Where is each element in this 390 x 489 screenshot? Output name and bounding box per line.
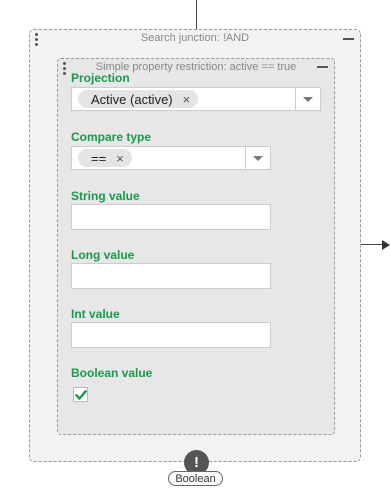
projection-chip-remove-icon[interactable]: × <box>183 92 191 107</box>
projection-chip-label: Active (active) <box>91 91 173 107</box>
compare-type-label: Compare type <box>71 130 152 144</box>
property-restriction-node[interactable]: Simple property restriction: active == t… <box>57 58 335 435</box>
compare-type-chip-remove-icon[interactable]: × <box>116 151 124 166</box>
int-value-input[interactable] <box>71 322 271 348</box>
output-connector-arrow <box>382 240 390 250</box>
long-value-input[interactable] <box>71 263 271 289</box>
compare-type-chevron-down-icon[interactable] <box>253 156 263 161</box>
restriction-minimize-icon[interactable] <box>317 66 328 68</box>
result-type-badge: Boolean <box>168 471 223 486</box>
checkmark-icon <box>74 389 87 400</box>
compare-type-chip: == × <box>78 149 132 167</box>
projection-label: Projection <box>71 71 130 85</box>
projection-chevron-down-icon[interactable] <box>303 97 313 102</box>
boolean-value-checkbox[interactable] <box>73 387 88 402</box>
string-value-label: String value <box>71 189 140 203</box>
projection-select-divider <box>295 88 296 110</box>
int-value-label: Int value <box>71 307 120 321</box>
projection-select[interactable]: Active (active) × <box>71 87 321 111</box>
compare-type-select-divider <box>245 147 246 169</box>
compare-type-chip-label: == <box>91 150 107 166</box>
long-value-label: Long value <box>71 248 135 262</box>
junction-minimize-icon[interactable] <box>343 38 354 40</box>
compare-type-select[interactable]: == × <box>71 146 271 170</box>
string-value-input[interactable] <box>71 204 271 230</box>
junction-title: Search junction: !AND <box>140 32 250 44</box>
projection-chip: Active (active) × <box>78 90 199 108</box>
boolean-value-label: Boolean value <box>71 366 153 380</box>
